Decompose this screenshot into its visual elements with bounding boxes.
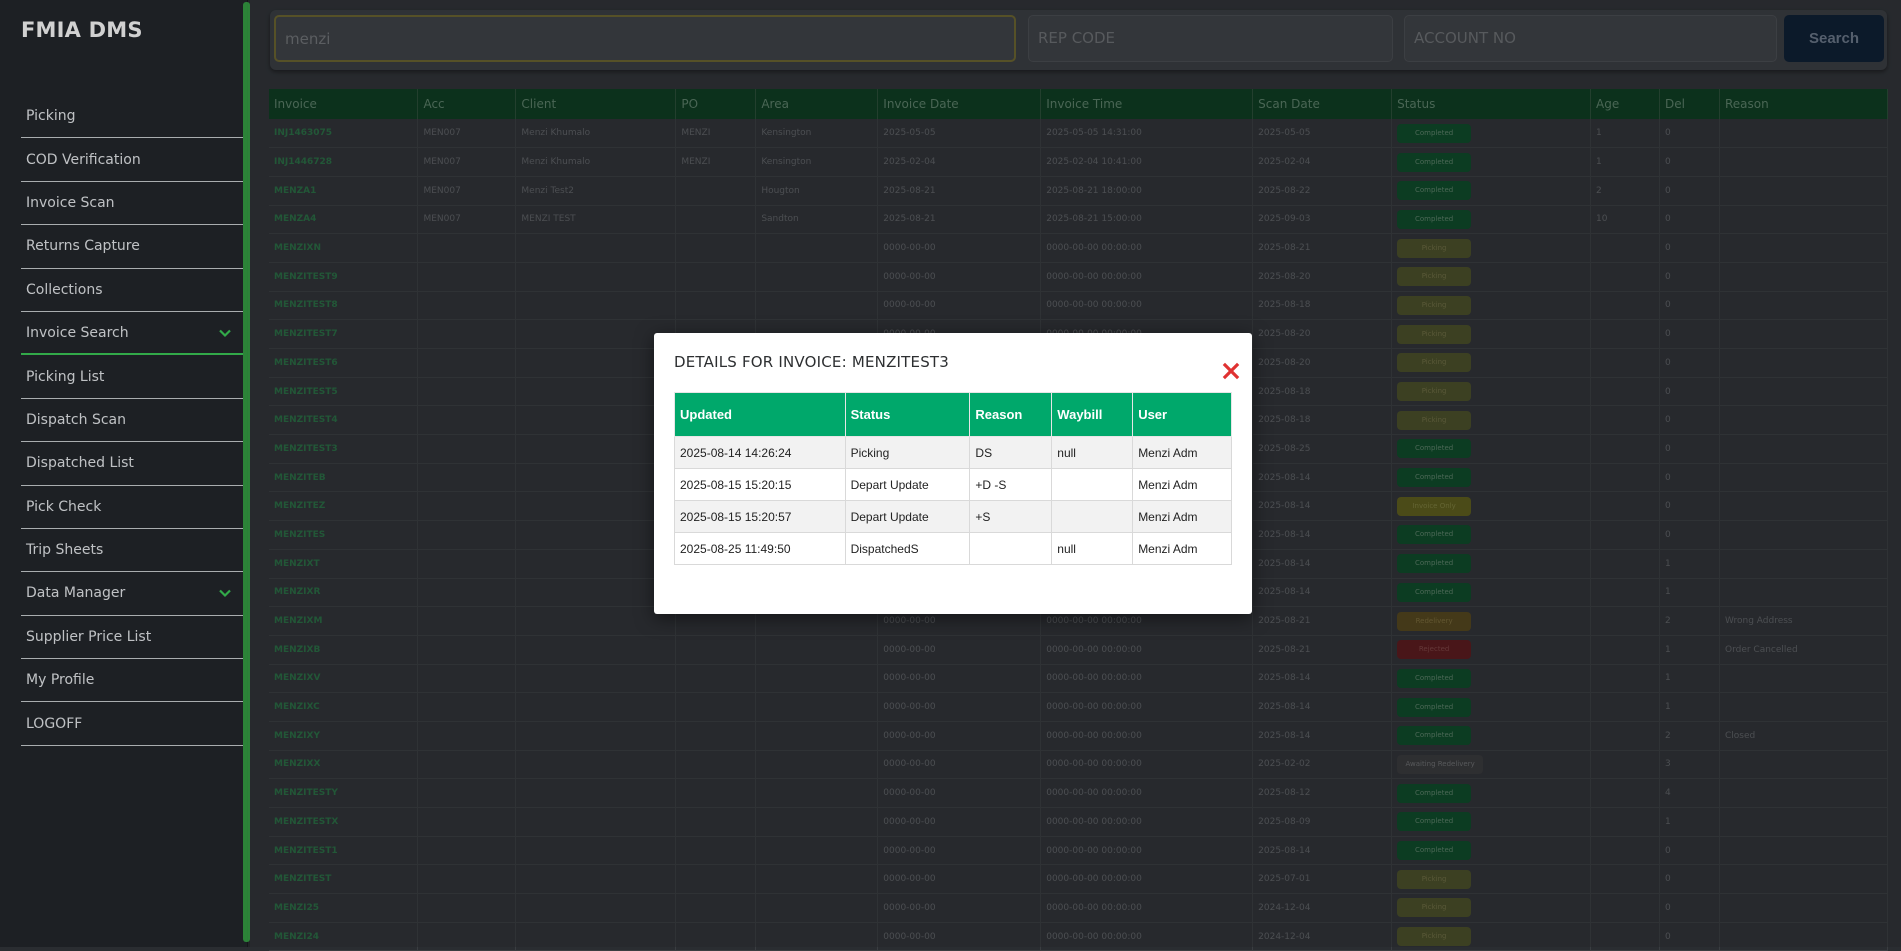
history-cell: 2025-08-14 14:26:24 [674, 436, 846, 469]
history-cell: Picking [844, 436, 971, 469]
invoice-history-table: Updated Status Reason Waybill User 2025-… [674, 392, 1232, 565]
history-header-status: Status [844, 392, 971, 437]
history-cell: DispatchedS [844, 532, 971, 565]
history-cell: Menzi Adm [1132, 468, 1232, 501]
history-header-waybill: Waybill [1051, 392, 1134, 437]
history-cell: null [1051, 436, 1134, 469]
history-cell: null [1051, 532, 1134, 565]
modal-title: DETAILS FOR INVOICE: MENZITEST3 [674, 353, 950, 371]
history-cell: Menzi Adm [1132, 532, 1232, 565]
history-row: 2025-08-15 15:20:57 Depart Update +S Men… [674, 500, 1232, 533]
history-header-user: User [1132, 392, 1232, 437]
history-cell: Depart Update [844, 468, 971, 501]
history-cell: 2025-08-25 11:49:50 [674, 532, 846, 565]
history-cell: Menzi Adm [1132, 500, 1232, 533]
history-cell: +S [969, 500, 1053, 533]
history-header-row: Updated Status Reason Waybill User [674, 392, 1232, 437]
invoice-details-modal: DETAILS FOR INVOICE: MENZITEST3 Updated … [654, 333, 1252, 614]
history-cell: Depart Update [844, 500, 971, 533]
close-icon[interactable] [1221, 361, 1241, 381]
history-cell: 2025-08-15 15:20:15 [674, 468, 846, 501]
history-cell [1051, 500, 1134, 533]
history-cell: +D -S [969, 468, 1053, 501]
history-cell [969, 532, 1053, 565]
history-cell: Menzi Adm [1132, 436, 1232, 469]
history-header-reason: Reason [969, 392, 1053, 437]
history-row: 2025-08-15 15:20:15 Depart Update +D -S … [674, 468, 1232, 501]
history-cell [1051, 468, 1134, 501]
history-header-updated: Updated [674, 392, 846, 437]
history-row: 2025-08-25 11:49:50 DispatchedS null Men… [674, 532, 1232, 565]
history-cell: 2025-08-15 15:20:57 [674, 500, 846, 533]
history-cell: DS [969, 436, 1053, 469]
history-row: 2025-08-14 14:26:24 Picking DS null Menz… [674, 436, 1232, 469]
